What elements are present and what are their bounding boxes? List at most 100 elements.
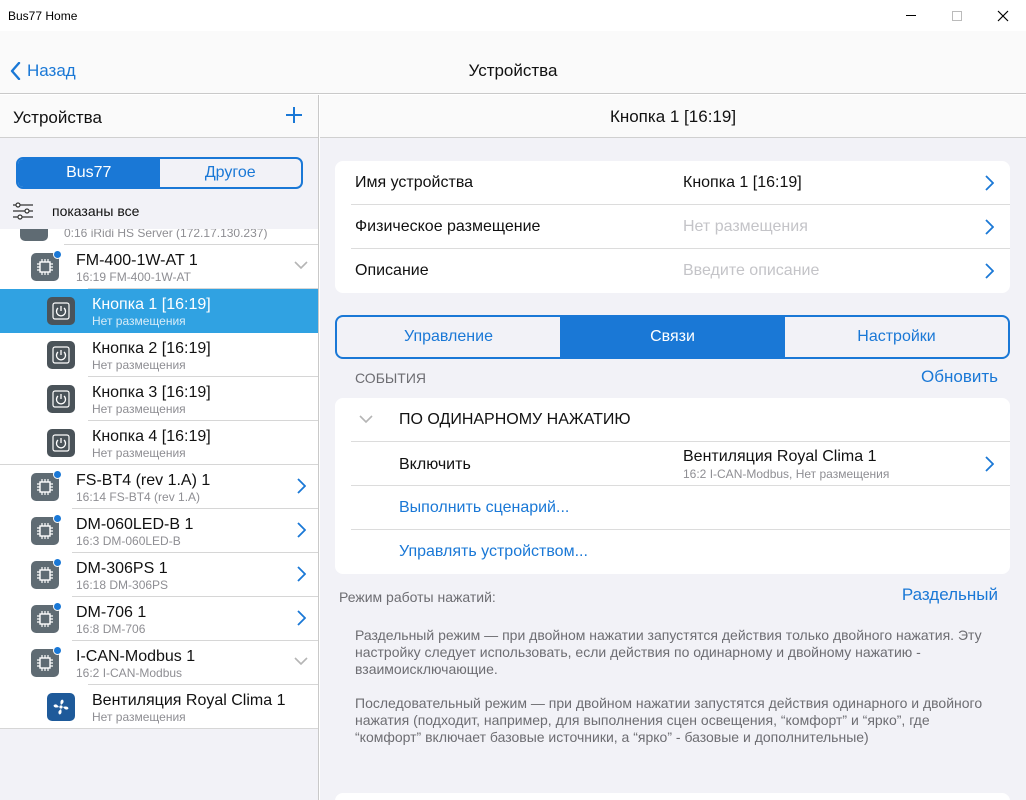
list-item-button-1[interactable]: Кнопка 1 [16:19] Нет размещения — [0, 289, 318, 333]
device-subtitle: Нет размещения — [92, 314, 186, 328]
list-item-fs-bt4[interactable]: FS-BT4 (rev 1.A) 1 16:14 FS-BT4 (rev 1.A… — [0, 465, 318, 509]
events-card: ПО ОДИНАРНОМУ НАЖАТИЮ Включить Вентиляци… — [335, 398, 1010, 574]
close-icon — [997, 10, 1009, 21]
device-info-card: Имя устройства Кнопка 1 [16:19] Физическ… — [335, 161, 1010, 293]
close-button[interactable] — [980, 0, 1026, 31]
control-device-link[interactable]: Управлять устройством... — [399, 543, 588, 561]
press-mode-value[interactable]: Раздельный — [902, 585, 998, 605]
segment-other[interactable]: Другое — [160, 159, 302, 187]
device-subtitle: Нет размещения — [92, 358, 186, 372]
mode-description-sequential: Последовательный режим — при двойном наж… — [355, 695, 983, 745]
detail-tabs: Управление Связи Настройки — [335, 315, 1010, 359]
fan-icon — [47, 693, 75, 721]
list-item-dm-706[interactable]: DM-706 1 16:8 DM-706 — [0, 597, 318, 641]
event-target: Вентиляция Royal Clima 1 — [683, 448, 877, 465]
device-title: FS-BT4 (rev 1.A) 1 — [76, 472, 211, 489]
device-title: DM-706 1 — [76, 604, 147, 621]
info-row-name[interactable]: Имя устройства Кнопка 1 [16:19] — [335, 161, 1010, 205]
mode-description-separate: Раздельный режим — при двойном нажатии з… — [355, 627, 982, 677]
event-group-header[interactable]: ПО ОДИНАРНОМУ НАЖАТИЮ — [335, 398, 1010, 442]
device-subtitle: 16:8 DM-706 — [76, 622, 146, 636]
device-subtitle: 16:14 FS-BT4 (rev 1.A) — [76, 490, 201, 504]
device-subtitle: 16:3 DM-060LED-B — [76, 534, 181, 548]
info-value: Введите описание — [683, 262, 820, 279]
device-title: DM-306PS 1 — [76, 560, 168, 577]
detail-header: Кнопка 1 [16:19] — [320, 95, 1026, 138]
run-scenario-link[interactable]: Выполнить сценарий... — [399, 499, 569, 517]
window-titlebar: Bus77 Home — [0, 0, 1026, 31]
device-title: DM-060LED-B 1 — [76, 516, 194, 533]
info-key: Физическое размещение — [355, 218, 541, 235]
chevron-right-icon[interactable] — [297, 566, 306, 582]
list-item-button-2[interactable]: Кнопка 2 [16:19] Нет размещения — [0, 333, 318, 377]
events-section-label: СОБЫТИЯ — [355, 370, 426, 386]
list-item-ventilation[interactable]: Вентиляция Royal Clima 1 Нет размещения — [0, 685, 318, 729]
divider — [0, 728, 318, 729]
add-device-button[interactable] — [285, 104, 303, 126]
device-title: Вентиляция Royal Clima 1 — [92, 692, 286, 709]
list-item-fm-400[interactable]: FM-400-1W-AT 1 16:19 FM-400-1W-AT — [0, 245, 318, 289]
next-card — [335, 793, 1010, 800]
minimize-button[interactable] — [888, 0, 934, 31]
chevron-right-icon — [985, 263, 994, 279]
list-item-server[interactable]: 0:16 iRidi HS Server (172.17.130.237) — [0, 229, 318, 245]
tab-links[interactable]: Связи — [561, 317, 785, 357]
refresh-button[interactable]: Обновить — [921, 367, 998, 387]
event-target-subtitle: 16:2 I-CAN-Modbus, Нет размещения — [683, 467, 890, 481]
devices-pane: Устройства Bus77 Другое показаны все 0:1… — [0, 95, 319, 800]
chevron-right-icon[interactable] — [297, 478, 306, 494]
device-title: Кнопка 1 [16:19] — [92, 296, 211, 313]
server-icon — [20, 229, 48, 241]
chevron-right-icon — [985, 175, 994, 191]
devices-header: Устройства — [0, 95, 318, 138]
tab-control[interactable]: Управление — [337, 317, 561, 357]
filter-sliders-icon — [13, 202, 33, 220]
device-title: I-CAN-Modbus 1 — [76, 648, 196, 665]
list-item-button-4[interactable]: Кнопка 4 [16:19] Нет размещения — [0, 421, 318, 465]
device-title: FM-400-1W-AT 1 — [76, 252, 198, 269]
device-subtitle: 16:2 I-CAN-Modbus — [76, 666, 183, 680]
maximize-icon — [952, 10, 962, 21]
chevron-right-icon[interactable] — [297, 522, 306, 538]
info-value: Кнопка 1 [16:19] — [683, 174, 802, 191]
server-subtitle: 0:16 iRidi HS Server (172.17.130.237) — [64, 229, 268, 240]
device-subtitle: Нет размещения — [92, 446, 186, 460]
device-subtitle: Нет размещения — [92, 710, 186, 724]
event-group-title: ПО ОДИНАРНОМУ НАЖАТИЮ — [399, 411, 631, 428]
press-mode-label: Режим работы нажатий: — [339, 589, 496, 605]
maximize-button[interactable] — [934, 0, 980, 31]
window-title: Bus77 Home — [8, 9, 78, 23]
event-action-row[interactable]: Включить Вентиляция Royal Clima 1 16:2 I… — [335, 442, 1010, 486]
info-row-description[interactable]: Описание Введите описание — [335, 249, 1010, 293]
page-title: Устройства — [468, 61, 558, 80]
list-item-button-3[interactable]: Кнопка 3 [16:19] Нет размещения — [0, 377, 318, 421]
devices-header-title: Устройства — [13, 108, 102, 127]
chevron-down-icon[interactable] — [294, 657, 308, 666]
chevron-right-icon[interactable] — [297, 610, 306, 626]
list-item-i-can-modbus[interactable]: I-CAN-Modbus 1 16:2 I-CAN-Modbus — [0, 641, 318, 685]
device-tree: 0:16 iRidi HS Server (172.17.130.237) FM… — [0, 229, 318, 729]
list-item-dm-306ps[interactable]: DM-306PS 1 16:18 DM-306PS — [0, 553, 318, 597]
chevron-down-icon[interactable] — [294, 261, 308, 270]
event-action: Включить — [399, 456, 471, 473]
status-dot — [53, 646, 62, 655]
tab-settings[interactable]: Настройки — [785, 317, 1008, 357]
device-title: Кнопка 4 [16:19] — [92, 428, 211, 445]
chevron-down-icon — [359, 415, 373, 424]
filter-row[interactable]: показаны все — [12, 199, 139, 223]
status-dot — [53, 470, 62, 479]
status-dot — [53, 558, 62, 567]
power-button-icon — [47, 341, 75, 369]
device-title: Кнопка 3 [16:19] — [92, 384, 211, 401]
event-run-scenario-row: Выполнить сценарий... — [335, 486, 1010, 530]
info-value: Нет размещения — [683, 218, 808, 235]
status-dot — [53, 514, 62, 523]
list-item-dm-060led[interactable]: DM-060LED-B 1 16:3 DM-060LED-B — [0, 509, 318, 553]
segment-bus77[interactable]: Bus77 — [18, 159, 160, 187]
device-subtitle: 16:18 DM-306PS — [76, 578, 169, 592]
event-control-device-row: Управлять устройством... — [335, 530, 1010, 574]
device-subtitle: Нет размещения — [92, 402, 186, 416]
info-row-location[interactable]: Физическое размещение Нет размещения — [335, 205, 1010, 249]
plus-icon — [286, 107, 302, 123]
power-button-icon — [47, 297, 75, 325]
